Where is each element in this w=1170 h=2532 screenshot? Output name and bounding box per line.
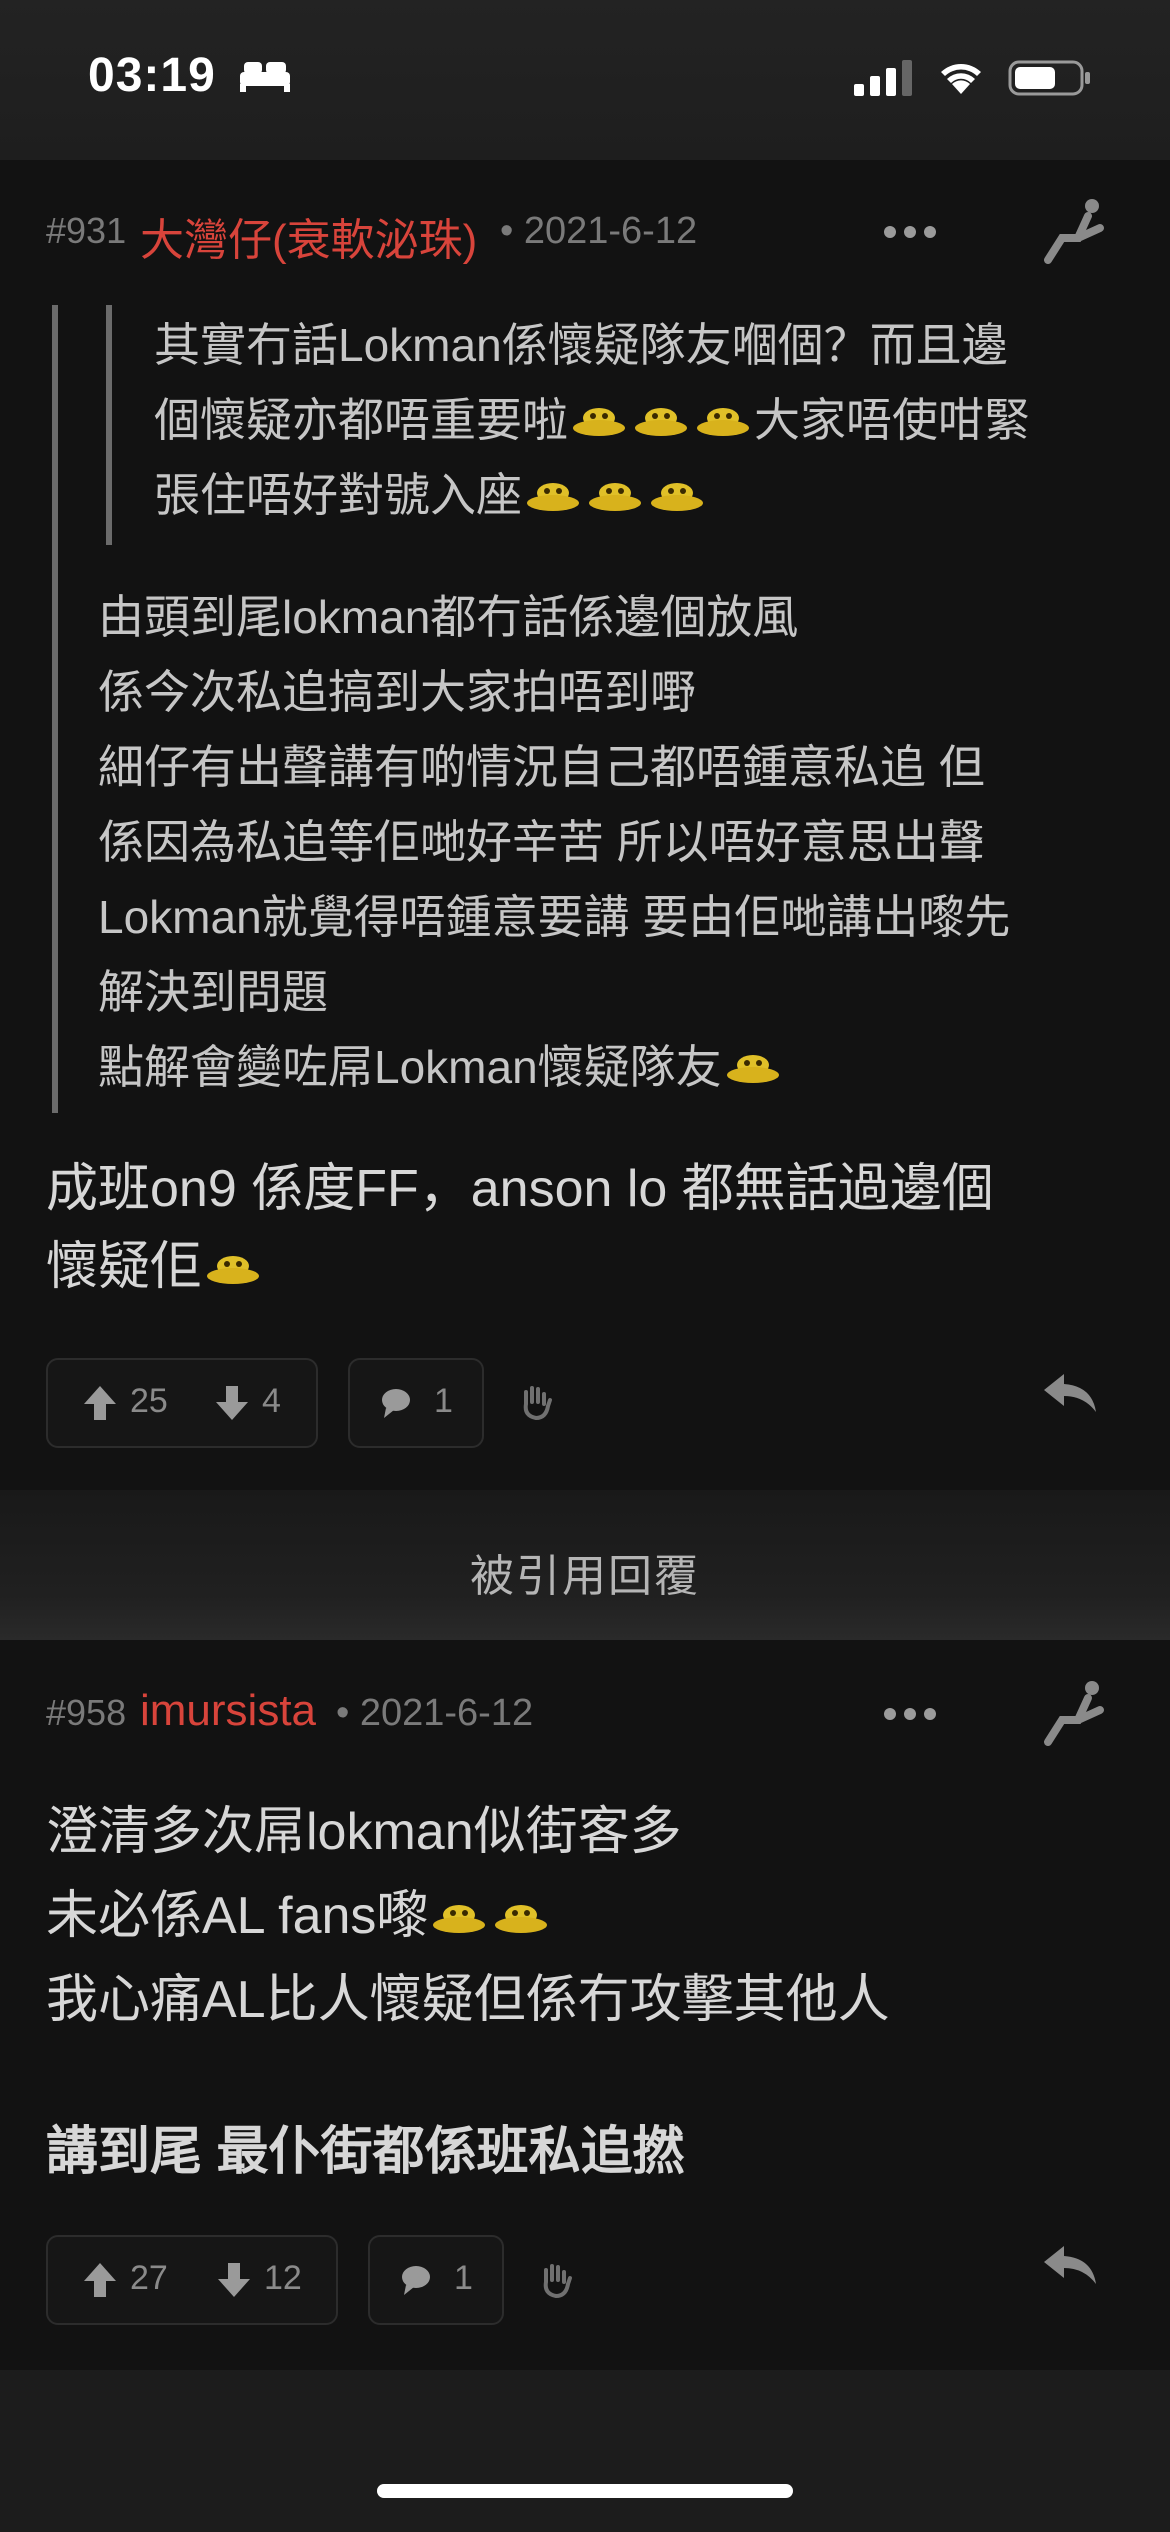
- block-hand-icon[interactable]: [516, 1382, 556, 1422]
- vote-box: 25 4: [46, 1358, 318, 1448]
- post-username[interactable]: 大灣仔(衰軟泌珠): [140, 204, 477, 268]
- comment-button[interactable]: 1: [348, 1358, 484, 1448]
- emoji-icon: [726, 1055, 779, 1083]
- escalator-icon[interactable]: [1038, 198, 1108, 268]
- downvote-count: 12: [264, 2259, 302, 2297]
- downvote-icon[interactable]: [214, 1384, 250, 1422]
- nested-quote-line: 其實冇話Lokman係懷疑隊友嗰個？而且邊: [154, 319, 1008, 371]
- comment-icon: [382, 1389, 410, 1418]
- emoji-icon: [495, 1905, 548, 1933]
- post-number: #958: [46, 1692, 127, 1733]
- quote-inner-bar: [106, 305, 112, 545]
- emoji-icon: [573, 408, 625, 436]
- status-time: 03:19: [88, 49, 216, 102]
- nested-quote-line: 個懷疑亦都唔重要啦 大家唔使咁緊: [154, 394, 1030, 446]
- post-date: • 2021-6-12: [500, 210, 698, 252]
- escalator-icon[interactable]: [1038, 1680, 1108, 1750]
- upvote-icon[interactable]: [82, 1384, 118, 1422]
- quote-line: Lokman就覺得唔鍾意要講 要由佢哋講出嚟先: [98, 891, 1011, 943]
- quote-line: 細仔有出聲講有啲情況自己都唔鍾意私追 但: [98, 741, 985, 793]
- downvote-icon[interactable]: [216, 2261, 252, 2299]
- emoji-icon: [651, 483, 703, 511]
- post-958: #958 imursista • 2021-6-12 澄清多次屌lokman似街…: [0, 1640, 1170, 2370]
- reply-icon[interactable]: [1040, 1368, 1100, 1418]
- upvote-count: 25: [130, 1382, 168, 1420]
- quote-line: 由頭到尾lokman都冇話係邊個放風: [98, 591, 799, 643]
- more-options-icon[interactable]: [880, 222, 940, 242]
- emoji-icon: [635, 408, 687, 436]
- post-number: #931: [46, 210, 127, 251]
- emoji-icon: [697, 408, 749, 436]
- more-options-icon[interactable]: [880, 1704, 940, 1724]
- downvote-count: 4: [262, 1382, 281, 1420]
- comment-icon: [402, 2266, 430, 2295]
- post-body-line: 未必係AL fans嚟: [46, 1874, 552, 1958]
- upvote-count: 27: [130, 2259, 168, 2297]
- post-931: #931 大灣仔(衰軟泌珠) • 2021-6-12 其實冇話Lokman係懷疑…: [0, 160, 1170, 1490]
- wifi-icon: [941, 64, 981, 94]
- quote-line: 係今次私追搞到大家拍唔到嘢: [98, 666, 696, 718]
- post-body-line: 成班on9 係度FF，anson lo 都無話過邊個: [46, 1160, 994, 1218]
- emoji-icon: [207, 1256, 260, 1284]
- emoji-icon: [433, 1905, 486, 1933]
- upvote-icon[interactable]: [82, 2261, 118, 2299]
- quote-line: 係因為私追等佢哋好辛苦 所以唔好意思出聲: [98, 816, 985, 868]
- comment-button[interactable]: 1: [368, 2235, 504, 2325]
- quoted-replies-header: 被引用回覆: [0, 1490, 1170, 1640]
- comment-count: 1: [454, 2259, 473, 2297]
- comment-count: 1: [434, 1382, 453, 1420]
- post-header: #958 imursista • 2021-6-12: [0, 1640, 1170, 1790]
- status-bar: 03:19: [0, 0, 1170, 160]
- post-body-line: 懷疑佢: [46, 1228, 264, 1306]
- post-username[interactable]: imursista: [140, 1686, 316, 1736]
- emoji-icon: [589, 483, 641, 511]
- post-date: • 2021-6-12: [336, 1692, 534, 1734]
- quote-line: 點解會變咗屌Lokman懷疑隊友: [98, 1030, 784, 1105]
- reply-icon[interactable]: [1040, 2240, 1100, 2290]
- emoji-icon: [527, 483, 579, 511]
- post-body-line: 澄清多次屌lokman似街客多: [46, 1803, 682, 1861]
- post-body-line: 我心痛AL比人懷疑但係冇攻擊其他人: [46, 1971, 890, 2029]
- vote-box: 27 12: [46, 2235, 338, 2325]
- sleep-mode-icon: [240, 62, 290, 92]
- block-hand-icon[interactable]: [536, 2260, 576, 2300]
- quote-outer-bar: [52, 305, 58, 1113]
- quoted-replies-label: 被引用回覆: [470, 1552, 700, 1601]
- nested-quote-line: 張住唔好對號入座: [154, 458, 708, 533]
- cellular-signal-icon: [854, 60, 912, 96]
- post-header: #931 大灣仔(衰軟泌珠) • 2021-6-12: [0, 160, 1170, 310]
- post-body-bold-line: 講到尾 最仆街都係班私追撚: [46, 2123, 685, 2181]
- battery-icon: [1008, 60, 1090, 96]
- quote-line: 解決到問題: [98, 966, 328, 1018]
- home-indicator[interactable]: [377, 2484, 793, 2498]
